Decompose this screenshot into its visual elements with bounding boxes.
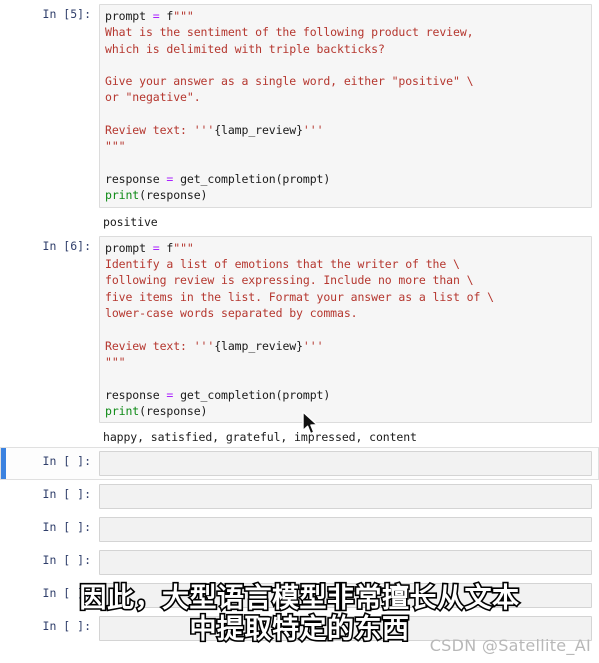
code-cell-selected[interactable]: In [ ]: — [0, 447, 599, 481]
code-cell-empty[interactable]: In [ ]: — [0, 546, 599, 579]
cell-prompt-label: In [5]: — [42, 7, 91, 21]
code-cell-empty[interactable]: In [ ]: — [0, 513, 599, 546]
code-editor-empty[interactable] — [99, 616, 592, 642]
cell-input-area[interactable] — [99, 451, 592, 477]
cell-prompt-label: In [ ]: — [42, 487, 91, 502]
notebook-container: In [5]: prompt = f""" What is the sentime… — [0, 0, 599, 663]
cell-prompt-label: In [ ]: — [42, 553, 91, 568]
code-editor-empty[interactable] — [99, 451, 592, 477]
output-stream-text: positive — [103, 214, 158, 229]
code-editor[interactable]: prompt = f""" What is the sentiment of t… — [99, 4, 592, 208]
code-cell-empty[interactable]: In [ ]: — [0, 612, 599, 645]
cell-output: positive — [0, 212, 599, 232]
code-text: prompt = f""" What is the sentiment of t… — [105, 9, 474, 203]
cell-prompt-label: In [ ]: — [42, 454, 91, 469]
code-cell[interactable]: In [5]: prompt = f""" What is the sentime… — [0, 0, 599, 212]
cell-prompt-label: In [ ]: — [42, 520, 91, 535]
code-cell[interactable]: In [6]: prompt = f""" Identify a list of … — [0, 232, 599, 427]
cell-input-area[interactable]: prompt = f""" Identify a list of emotion… — [99, 235, 592, 424]
cell-input-area[interactable] — [99, 484, 592, 510]
output-stream-text: happy, satisfied, grateful, impressed, c… — [103, 430, 417, 445]
code-editor-empty[interactable] — [99, 517, 592, 543]
empty-cells-region: In [ ]: In [ ]: In [ ]: In [ ]: In [ ]: In [ … — [0, 447, 599, 645]
cell-prompt-label: In [ ]: — [42, 586, 91, 601]
code-text: prompt = f""" Identify a list of emotion… — [105, 240, 494, 418]
cell-input-area[interactable] — [99, 616, 592, 642]
code-editor-empty[interactable] — [99, 484, 592, 510]
executed-cells-region: In [5]: prompt = f""" What is the sentime… — [0, 0, 599, 447]
cell-prompt-label: In [6]: — [42, 238, 91, 253]
code-cell-empty[interactable]: In [ ]: — [0, 480, 599, 513]
cell-input-area[interactable] — [99, 583, 592, 609]
code-cell-empty[interactable]: In [ ]: — [0, 579, 599, 612]
code-editor-empty[interactable] — [99, 583, 592, 609]
cell-prompt-label: In [ ]: — [42, 619, 91, 634]
code-editor-empty[interactable] — [99, 550, 592, 576]
code-editor[interactable]: prompt = f""" Identify a list of emotion… — [99, 235, 592, 424]
cell-input-area[interactable] — [99, 550, 592, 576]
cell-input-area[interactable] — [99, 517, 592, 543]
cell-output: happy, satisfied, grateful, impressed, c… — [0, 427, 599, 447]
cell-input-area[interactable]: prompt = f""" What is the sentiment of t… — [99, 4, 592, 208]
